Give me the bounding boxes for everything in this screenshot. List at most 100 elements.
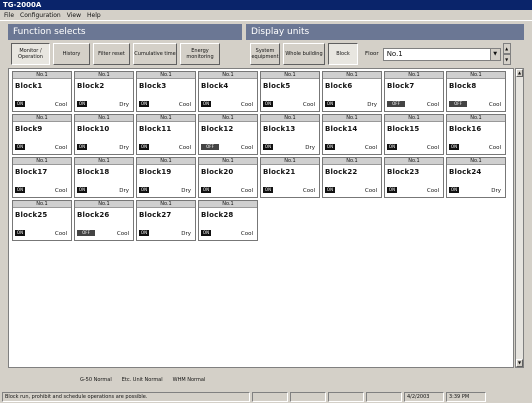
block-tile[interactable]: No.1 Block12 OFF Cool [198, 114, 258, 155]
block-status-indicator: ON [15, 187, 25, 193]
block-status-indicator: ON [263, 101, 273, 107]
floor-value: No.1 [386, 49, 403, 58]
tab-filter-reset[interactable]: Filter reset [93, 43, 130, 65]
tab-system-equipment[interactable]: System equipment [250, 43, 280, 65]
block-tile[interactable]: No.1 Block19 ON Dry [136, 157, 196, 198]
status-message: Block run, prohibit and schedule operati… [2, 392, 250, 402]
block-name: Block16 [449, 125, 482, 133]
block-tile[interactable]: No.1 Block11 ON Cool [136, 114, 196, 155]
status-date: 4/2/2003 [404, 392, 444, 402]
block-name: Block12 [201, 125, 234, 133]
block-mode: Dry [305, 145, 315, 151]
block-tile[interactable]: No.1 Block26 OFF Cool [74, 200, 134, 241]
menu-file[interactable]: File [2, 12, 18, 19]
block-mode: Cool [488, 102, 501, 108]
function-tabs: Monitor / Operation History Filter reset… [11, 41, 223, 67]
block-status-indicator: ON [15, 144, 25, 150]
block-tile[interactable]: No.1 Block8 OFF Cool [446, 71, 506, 112]
block-mode: Cool [364, 188, 377, 194]
scroll-up-icon[interactable]: ▲ [516, 69, 523, 77]
tab-cumulative-time[interactable]: Cumulative time [133, 43, 177, 65]
block-status-indicator: ON [325, 144, 335, 150]
block-name: Block19 [139, 168, 172, 176]
block-header: No.1 [137, 158, 195, 165]
tab-energy-monitoring[interactable]: Energy monitoring [180, 43, 220, 65]
block-tile[interactable]: No.1 Block13 ON Dry [260, 114, 320, 155]
status-empty-1 [252, 392, 288, 402]
block-tile[interactable]: No.1 Block9 ON Cool [12, 114, 72, 155]
block-header: No.1 [385, 158, 443, 165]
block-tile[interactable]: No.1 Block10 ON Dry [74, 114, 134, 155]
status-empty-4 [366, 392, 402, 402]
block-mode: Cool [426, 102, 439, 108]
menu-help[interactable]: Help [85, 12, 105, 19]
block-mode: Dry [119, 102, 129, 108]
floor-select[interactable]: No.1 ▼ [382, 47, 501, 61]
block-tile[interactable]: No.1 Block18 ON Dry [74, 157, 134, 198]
block-status-indicator: OFF [449, 101, 467, 107]
block-tile[interactable]: No.1 Block28 ON Cool [198, 200, 258, 241]
block-tile[interactable]: No.1 Block15 ON Cool [384, 114, 444, 155]
system-status-line: G-50 Normal Etc. Unit Normal WHM Normal [0, 374, 532, 386]
status-whm: WHM Normal [172, 377, 206, 383]
scroll-down-icon[interactable]: ▼ [516, 359, 523, 367]
block-tile[interactable]: No.1 Block20 ON Cool [198, 157, 258, 198]
block-mode: Cool [302, 102, 315, 108]
tab-history[interactable]: History [53, 43, 90, 65]
block-tile[interactable]: No.1 Block3 ON Cool [136, 71, 196, 112]
block-mode: Cool [240, 231, 253, 237]
block-name: Block10 [77, 125, 110, 133]
block-tile[interactable]: No.1 Block27 ON Dry [136, 200, 196, 241]
spin-up-icon[interactable]: ▲ [502, 43, 511, 54]
block-header: No.1 [323, 72, 381, 79]
block-name: Block18 [77, 168, 110, 176]
floor-spinner[interactable]: ▲ ▼ [502, 43, 511, 65]
tab-block[interactable]: Block [328, 43, 358, 65]
block-mode: Cool [54, 145, 67, 151]
chevron-down-icon[interactable]: ▼ [489, 48, 500, 60]
block-tile[interactable]: No.1 Block23 ON Cool [384, 157, 444, 198]
block-tile[interactable]: No.1 Block4 ON Cool [198, 71, 258, 112]
block-tile[interactable]: No.1 Block22 ON Cool [322, 157, 382, 198]
block-name: Block17 [15, 168, 48, 176]
block-status-indicator: ON [139, 144, 149, 150]
block-name: Block22 [325, 168, 358, 176]
block-tile[interactable]: No.1 Block14 ON Cool [322, 114, 382, 155]
block-name: Block3 [139, 82, 167, 90]
block-tile[interactable]: No.1 Block2 ON Dry [74, 71, 134, 112]
spin-down-icon[interactable]: ▼ [502, 54, 511, 65]
block-tile[interactable]: No.1 Block7 OFF Cool [384, 71, 444, 112]
menu-view[interactable]: View [65, 12, 85, 19]
block-mode: Dry [491, 188, 501, 194]
vertical-scrollbar[interactable]: ▲ ▼ [515, 68, 524, 368]
block-tile[interactable]: No.1 Block17 ON Cool [12, 157, 72, 198]
tab-monitor-operation[interactable]: Monitor / Operation [11, 43, 50, 65]
block-name: Block11 [139, 125, 172, 133]
block-tile[interactable]: No.1 Block1 ON Cool [12, 71, 72, 112]
status-time: 3:39 PM [446, 392, 486, 402]
block-header: No.1 [13, 115, 71, 122]
block-name: Block1 [15, 82, 43, 90]
status-bar: Block run, prohibit and schedule operati… [0, 391, 532, 403]
block-mode: Cool [54, 231, 67, 237]
block-mode: Cool [116, 231, 129, 237]
block-tile[interactable]: No.1 Block16 ON Cool [446, 114, 506, 155]
block-mode: Cool [364, 145, 377, 151]
block-header: No.1 [199, 72, 257, 79]
block-tile[interactable]: No.1 Block6 ON Dry [322, 71, 382, 112]
block-tile[interactable]: No.1 Block21 ON Cool [260, 157, 320, 198]
block-status-indicator: ON [139, 101, 149, 107]
tab-whole-building[interactable]: Whole building [283, 43, 325, 65]
menu-configuration[interactable]: Configuration [18, 12, 65, 19]
block-mode: Dry [181, 231, 191, 237]
block-tile[interactable]: No.1 Block24 ON Dry [446, 157, 506, 198]
block-status-indicator: ON [449, 187, 459, 193]
block-tile[interactable]: No.1 Block25 ON Cool [12, 200, 72, 241]
block-status-indicator: ON [201, 187, 211, 193]
block-tile[interactable]: No.1 Block5 ON Cool [260, 71, 320, 112]
block-status-indicator: ON [77, 144, 87, 150]
block-header: No.1 [447, 158, 505, 165]
block-name: Block4 [201, 82, 229, 90]
block-status-indicator: ON [387, 144, 397, 150]
block-name: Block2 [77, 82, 105, 90]
